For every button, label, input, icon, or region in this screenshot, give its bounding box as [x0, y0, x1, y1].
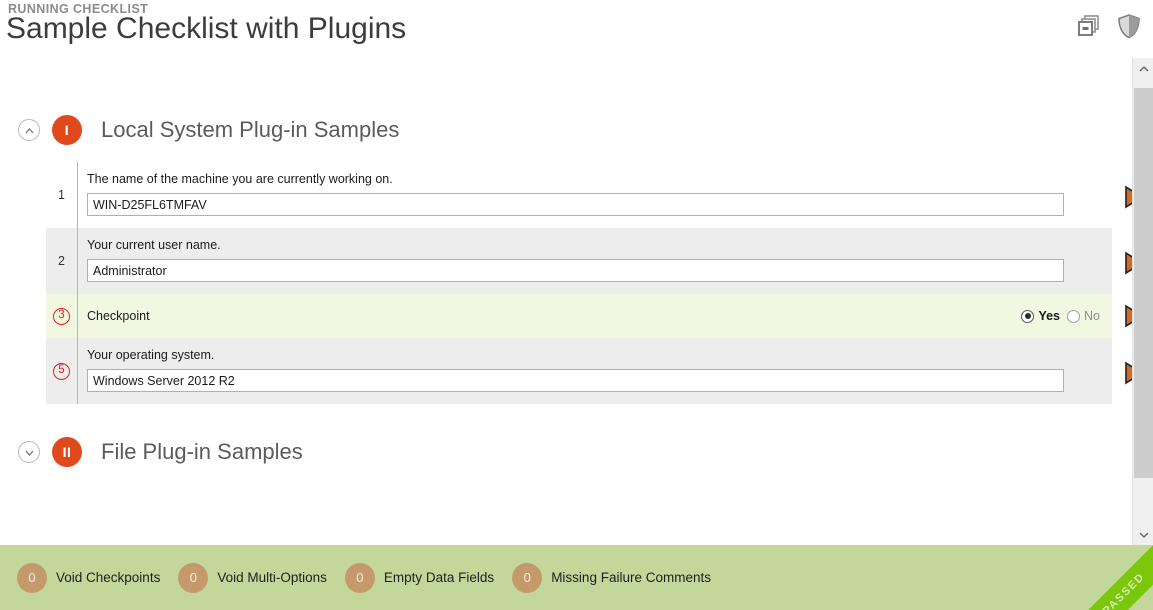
item-body: Checkpoint Yes No [77, 294, 1112, 338]
footer-stat-count: 0 [345, 563, 375, 593]
collapse-section-button[interactable] [18, 119, 40, 141]
checkpoint-option-label: No [1084, 309, 1100, 323]
footer-stat-label: Missing Failure Comments [551, 570, 711, 585]
run-item-button[interactable] [1123, 185, 1132, 209]
checkpoint-option[interactable]: No [1067, 309, 1100, 323]
section-title: Local System Plug-in Samples [101, 117, 399, 143]
footer-stat-label: Void Checkpoints [56, 570, 160, 585]
item-number: 2 [58, 254, 65, 268]
section-title: File Plug-in Samples [101, 439, 303, 465]
scroll-down-button[interactable] [1133, 524, 1153, 545]
checklist-item-row: 2 Your current user name. [46, 228, 1112, 294]
footer-stat[interactable]: 0 Void Multi-Options [178, 563, 327, 593]
item-body: Your operating system. [77, 338, 1112, 404]
item-number-required: 5 [53, 363, 70, 380]
radio-button[interactable] [1021, 310, 1034, 323]
page-title: Sample Checklist with Plugins [6, 12, 406, 46]
item-value-input[interactable] [87, 193, 1064, 216]
section-numeral-badge: II [52, 437, 82, 467]
run-item-button[interactable] [1123, 251, 1132, 275]
checkpoint-option[interactable]: Yes [1021, 309, 1060, 323]
checklist-scroll-area: I Local System Plug-in Samples 1 The name o… [0, 58, 1132, 545]
run-item-button[interactable] [1123, 304, 1132, 328]
item-value-input[interactable] [87, 259, 1064, 282]
status-footer: 0 Void Checkpoints 0 Void Multi-Options 0 Emp… [0, 545, 1153, 610]
footer-stat[interactable]: 0 Missing Failure Comments [512, 563, 711, 593]
item-body: The name of the machine you are currentl… [77, 162, 1112, 228]
item-number-cell: 3 [46, 294, 77, 338]
checklist-item-row: 3 Checkpoint Yes No [46, 294, 1112, 338]
item-number-cell: 2 [46, 228, 77, 294]
item-number: 1 [58, 188, 65, 202]
checklist-item-row: 5 Your operating system. [46, 338, 1112, 404]
stats-group: 0 Void Checkpoints 0 Void Multi-Options 0 Emp… [0, 545, 1153, 610]
footer-stat-count: 0 [512, 563, 542, 593]
footer-stat-count: 0 [17, 563, 47, 593]
scroll-up-button[interactable] [1133, 58, 1153, 79]
item-body: Your current user name. [77, 228, 1112, 294]
footer-stat[interactable]: 0 Empty Data Fields [345, 563, 494, 593]
chevron-down-icon [24, 447, 35, 458]
footer-stat-label: Void Multi-Options [217, 570, 327, 585]
scrollbar-thumb[interactable] [1134, 88, 1153, 478]
footer-stat-label: Empty Data Fields [384, 570, 494, 585]
footer-stat[interactable]: 0 Void Checkpoints [17, 563, 160, 593]
radio-button[interactable] [1067, 310, 1080, 323]
checklist-content: I Local System Plug-in Samples 1 The name o… [0, 58, 1132, 472]
checklist-app: RUNNING CHECKLIST Sample Checklist with … [0, 0, 1153, 610]
footer-stat-count: 0 [178, 563, 208, 593]
checkpoint-options: Yes No [1021, 309, 1112, 323]
item-question-label: Your current user name. [87, 238, 1112, 253]
checkpoint-label: Checkpoint [87, 309, 150, 323]
expand-section-button[interactable] [18, 441, 40, 463]
section-spacer [0, 404, 1132, 432]
scrollbar-track[interactable] [1133, 79, 1153, 524]
item-question-label: Your operating system. [87, 348, 1112, 363]
header-icon-group [1075, 12, 1143, 40]
run-item-button[interactable] [1123, 361, 1132, 385]
page-header: RUNNING CHECKLIST Sample Checklist with … [0, 0, 1153, 58]
item-number-cell: 1 [46, 162, 77, 228]
checklist-item-row: 1 The name of the machine you are current… [46, 162, 1112, 228]
chevron-up-icon [24, 125, 35, 136]
item-number-required: 3 [53, 308, 70, 325]
item-value-input[interactable] [87, 369, 1064, 392]
shield-icon[interactable] [1115, 12, 1143, 40]
vertical-scrollbar[interactable] [1132, 58, 1153, 545]
section-items: 1 The name of the machine you are current… [0, 162, 1132, 404]
section-numeral-badge: I [52, 115, 82, 145]
item-number-cell: 5 [46, 338, 77, 404]
section-header: II File Plug-in Samples [0, 432, 1132, 472]
checkpoint-option-label: Yes [1038, 309, 1060, 323]
section-header: I Local System Plug-in Samples [0, 110, 1132, 150]
item-question-label: The name of the machine you are currentl… [87, 172, 1112, 187]
windows-stack-icon[interactable] [1075, 12, 1103, 40]
